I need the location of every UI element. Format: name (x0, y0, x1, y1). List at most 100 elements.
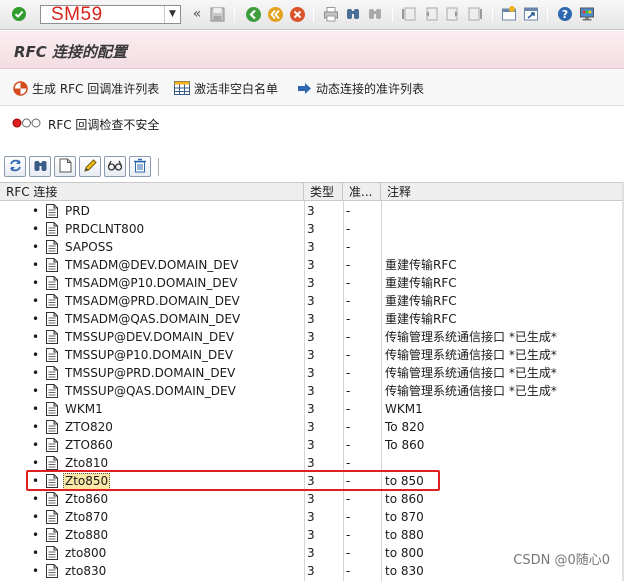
find-icon[interactable] (344, 5, 362, 23)
connection-type: 3 (307, 420, 315, 434)
table-row[interactable]: • ZTO820 3 - To 820 (0, 418, 624, 436)
test-connection-button[interactable] (104, 156, 126, 177)
table-row[interactable]: • PRDCLNT800 3 - (0, 220, 624, 238)
column-header-permit[interactable]: 准... (343, 183, 381, 201)
connection-type: 3 (307, 564, 315, 578)
table-row[interactable]: • TMSSUP@QAS.DOMAIN_DEV 3 - 传输管理系统通信接口 *已生成* (0, 382, 624, 400)
connection-name[interactable]: Zto810 (65, 454, 108, 472)
connection-name[interactable]: PRDCLNT800 (65, 220, 144, 238)
table-row[interactable]: • Zto850 3 - to 850 (0, 472, 624, 490)
shortcut-icon[interactable] (522, 5, 540, 23)
connection-name[interactable]: Zto850 (63, 473, 111, 490)
table-row[interactable]: • TMSADM@QAS.DOMAIN_DEV 3 - 重建传输RFC (0, 310, 624, 328)
create-button[interactable] (54, 156, 76, 177)
save-icon[interactable] (208, 5, 226, 23)
connection-name[interactable]: PRD (65, 202, 90, 220)
connection-type: 3 (307, 366, 315, 380)
document-icon (46, 366, 59, 380)
connection-name[interactable]: TMSADM@P10.DOMAIN_DEV (65, 274, 237, 292)
chevron-down-icon[interactable]: ▼ (164, 6, 180, 23)
search-button[interactable] (29, 156, 51, 177)
exit-icon[interactable] (266, 5, 284, 23)
connection-name[interactable]: SAPOSS (65, 238, 113, 256)
table-row[interactable]: • TMSADM@P10.DOMAIN_DEV 3 - 重建传输RFC (0, 274, 624, 292)
document-icon (46, 204, 59, 218)
connection-name[interactable]: TMSSUP@PRD.DOMAIN_DEV (65, 364, 235, 382)
edit-button[interactable] (79, 156, 101, 177)
connection-name[interactable]: Zto880 (65, 526, 108, 544)
connection-name[interactable]: zto800 (65, 544, 106, 562)
table-row[interactable]: • TMSSUP@PRD.DOMAIN_DEV 3 - 传输管理系统通信接口 *已生成* (0, 364, 624, 382)
last-page-icon[interactable] (466, 5, 484, 23)
enter-checkmark-icon[interactable] (10, 5, 28, 23)
document-icon (46, 456, 59, 470)
connection-note: to 880 (385, 528, 424, 542)
connection-name[interactable]: TMSSUP@P10.DOMAIN_DEV (65, 346, 233, 364)
print-icon[interactable] (322, 5, 340, 23)
delete-button[interactable] (129, 156, 151, 177)
connection-type: 3 (307, 312, 315, 326)
table-row[interactable]: • Zto880 3 - to 880 (0, 526, 624, 544)
binoculars-icon (33, 158, 48, 176)
connection-permit: - (346, 528, 351, 542)
table-row[interactable]: • TMSADM@DEV.DOMAIN_DEV 3 - 重建传输RFC (0, 256, 624, 274)
tree-bullet: • (32, 240, 40, 254)
connection-type: 3 (307, 492, 315, 506)
command-field[interactable]: SM59 ▼ (40, 4, 181, 25)
connection-name[interactable]: TMSSUP@DEV.DOMAIN_DEV (65, 328, 234, 346)
connection-name[interactable]: TMSADM@QAS.DOMAIN_DEV (65, 310, 240, 328)
tree-toolbar (4, 156, 163, 178)
connection-note: To 860 (385, 438, 425, 452)
refresh-button[interactable] (4, 156, 26, 177)
connection-permit: - (346, 330, 351, 344)
connection-permit: - (346, 312, 351, 326)
connection-name[interactable]: TMSADM@PRD.DOMAIN_DEV (65, 292, 240, 310)
new-session-icon[interactable] (500, 5, 518, 23)
column-header-type[interactable]: 类型 (304, 183, 343, 201)
column-header-note[interactable]: 注释 (381, 183, 624, 201)
table-row[interactable]: • TMSSUP@P10.DOMAIN_DEV 3 - 传输管理系统通信接口 *已生成* (0, 346, 624, 364)
execute-icon (12, 80, 28, 96)
customize-layout-icon[interactable] (578, 5, 596, 23)
activate-nonempty-allowlist-button[interactable]: 激活非空白名单 (174, 79, 278, 97)
connection-name[interactable]: ZTO860 (65, 436, 113, 454)
back-icon[interactable] (244, 5, 262, 23)
connection-name[interactable]: zto830 (65, 562, 106, 580)
tree-bullet: • (32, 366, 40, 380)
connection-name[interactable]: TMSADM@DEV.DOMAIN_DEV (65, 256, 238, 274)
connection-type: 3 (307, 510, 315, 524)
table-row[interactable]: • Zto860 3 - to 860 (0, 490, 624, 508)
help-icon[interactable]: ? (556, 5, 574, 23)
application-toolbar: 生成 RFC 回调准许列表 激活非空白名单 动态连接的准许列表 (0, 70, 624, 106)
table-row[interactable]: • Zto870 3 - to 870 (0, 508, 624, 526)
connection-permit: - (346, 258, 351, 272)
first-page-icon[interactable] (400, 5, 418, 23)
table-row[interactable]: • TMSSUP@DEV.DOMAIN_DEV 3 - 传输管理系统通信接口 *已生成* (0, 328, 624, 346)
table-row[interactable]: • Zto810 3 - (0, 454, 624, 472)
generate-callback-allowlist-button[interactable]: 生成 RFC 回调准许列表 (12, 79, 159, 97)
column-header-name[interactable]: RFC 连接 (0, 183, 304, 201)
callback-security-label: RFC 回调检查不安全 (48, 117, 160, 132)
connection-name[interactable]: TMSSUP@QAS.DOMAIN_DEV (65, 382, 236, 400)
dynamic-connection-allowlist-button[interactable]: 动态连接的准许列表 (296, 79, 424, 97)
find-next-icon[interactable] (366, 5, 384, 23)
command-field-value: SM59 (51, 4, 103, 25)
connection-name[interactable]: ZTO820 (65, 418, 113, 436)
document-icon (46, 438, 59, 452)
table-row[interactable]: • WKM1 3 - WKM1 (0, 400, 624, 418)
tree-bullet: • (32, 222, 40, 236)
connection-name[interactable]: Zto860 (65, 490, 108, 508)
table-row[interactable]: • SAPOSS 3 - (0, 238, 624, 256)
table-row[interactable]: • TMSADM@PRD.DOMAIN_DEV 3 - 重建传输RFC (0, 292, 624, 310)
connection-name[interactable]: WKM1 (65, 400, 103, 418)
double-chevron-left-icon[interactable]: « (188, 5, 206, 23)
table-row[interactable]: • PRD 3 - (0, 202, 624, 220)
cancel-icon[interactable] (288, 5, 306, 23)
next-page-icon[interactable] (444, 5, 462, 23)
connection-note: 传输管理系统通信接口 *已生成* (385, 366, 557, 380)
previous-page-icon[interactable] (422, 5, 440, 23)
connection-permit: - (346, 240, 351, 254)
connection-type: 3 (307, 348, 315, 362)
table-row[interactable]: • ZTO860 3 - To 860 (0, 436, 624, 454)
connection-name[interactable]: Zto870 (65, 508, 108, 526)
